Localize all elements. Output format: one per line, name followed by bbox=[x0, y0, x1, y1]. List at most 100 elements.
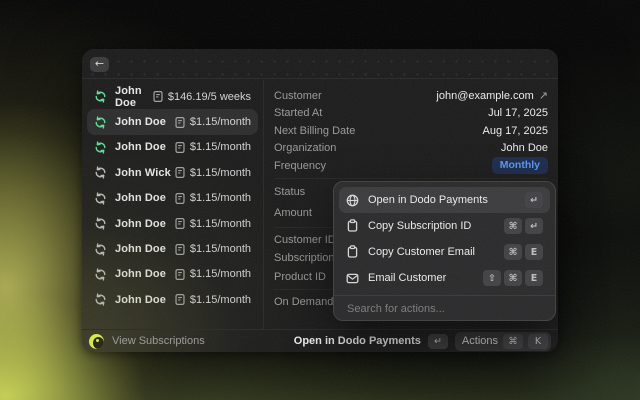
search-placeholder: Search for actions... bbox=[347, 302, 445, 315]
refresh-icon bbox=[94, 141, 107, 154]
e-keycap: E bbox=[525, 270, 543, 286]
refresh-icon bbox=[94, 166, 107, 179]
subscription-price: $1.15/month bbox=[189, 217, 251, 230]
receipt-icon bbox=[174, 141, 186, 154]
customer-name: John Doe bbox=[115, 192, 166, 205]
detail-value: Jul 17, 2025 bbox=[488, 107, 548, 120]
subscription-row[interactable]: John Doe $1.15/month bbox=[87, 262, 258, 287]
customer-name: John Wick bbox=[115, 166, 171, 179]
window-header: ← bbox=[82, 49, 558, 79]
detail-row-organization: Organization John Doe bbox=[274, 140, 548, 158]
external-link-icon: ↗ bbox=[538, 89, 548, 103]
menu-item-label: Email Customer bbox=[368, 272, 447, 284]
receipt-icon bbox=[174, 293, 186, 306]
primary-action-button[interactable]: Open in Dodo Payments bbox=[294, 335, 421, 347]
refresh-icon bbox=[94, 192, 107, 205]
return-keycap: ↵ bbox=[525, 192, 543, 208]
receipt-icon bbox=[174, 268, 186, 281]
customer-name: John Doe bbox=[115, 84, 142, 109]
customer-name: John Doe bbox=[115, 243, 166, 256]
refresh-icon bbox=[94, 268, 107, 281]
detail-label: Started At bbox=[274, 107, 323, 120]
receipt-icon bbox=[174, 192, 186, 205]
menu-item-label: Open in Dodo Payments bbox=[368, 194, 488, 206]
cmd-keycap: ⌘ bbox=[504, 244, 522, 260]
refresh-icon bbox=[94, 115, 107, 129]
detail-value: John Doe bbox=[500, 142, 548, 155]
customer-name: John Doe bbox=[115, 217, 166, 230]
cmd-keycap: ⌘ bbox=[504, 270, 522, 286]
detail-label: Organization bbox=[274, 142, 337, 155]
shift-keycap: ⇧ bbox=[483, 270, 501, 286]
subscription-row[interactable]: John Doe $1.15/month bbox=[87, 135, 258, 160]
receipt-icon bbox=[174, 116, 186, 129]
subscription-price: $1.15/month bbox=[189, 141, 251, 154]
subscription-price: $146.19/5 weeks bbox=[167, 90, 251, 103]
e-keycap: E bbox=[525, 244, 543, 260]
subscription-row[interactable]: John Doe $1.15/month bbox=[87, 287, 258, 312]
refresh-icon bbox=[94, 293, 107, 306]
menu-item-open-in-dodo-payments[interactable]: Open in Dodo Payments ↵ bbox=[339, 187, 550, 213]
customer-email-link[interactable]: john@example.com ↗ bbox=[436, 89, 548, 102]
subscription-row[interactable]: John Doe $1.15/month bbox=[87, 211, 258, 236]
divider bbox=[274, 177, 548, 179]
detail-label: Next Billing Date bbox=[274, 124, 356, 137]
menu-item-email-customer[interactable]: Email Customer ⇧ ⌘ E bbox=[339, 265, 550, 291]
status-bar: View Subscriptions Open in Dodo Payments… bbox=[82, 329, 558, 352]
customer-name: John Doe bbox=[115, 268, 166, 281]
customer-name: John Doe bbox=[115, 293, 166, 306]
customer-name: John Doe bbox=[115, 116, 166, 129]
detail-label: Customer bbox=[274, 89, 322, 102]
receipt-icon bbox=[152, 90, 164, 103]
view-subscriptions-label: View Subscriptions bbox=[112, 335, 205, 347]
return-keycap: ↵ bbox=[427, 333, 448, 349]
cmd-keycap: ⌘ bbox=[503, 333, 523, 349]
actions-label: Actions bbox=[461, 335, 498, 347]
refresh-icon bbox=[94, 217, 107, 230]
menu-item-copy-customer-email[interactable]: Copy Customer Email ⌘ E bbox=[339, 239, 550, 265]
subscription-row[interactable]: John Doe $146.19/5 weeks bbox=[87, 84, 258, 109]
detail-label: Customer ID bbox=[274, 233, 336, 246]
subscription-price: $1.15/month bbox=[189, 243, 251, 256]
receipt-icon bbox=[174, 243, 186, 256]
subscription-price: $1.15/month bbox=[189, 192, 251, 205]
subscription-row[interactable]: John Doe $1.15/month bbox=[87, 236, 258, 261]
menu-item-label: Copy Customer Email bbox=[368, 246, 475, 258]
subscription-row[interactable]: John Doe $1.15/month bbox=[87, 109, 258, 135]
subscription-price: $1.15/month bbox=[189, 293, 251, 306]
envelope-icon bbox=[346, 272, 359, 285]
menu-item-label: Copy Subscription ID bbox=[368, 220, 472, 232]
clipboard-icon bbox=[346, 219, 359, 233]
subscription-price: $1.15/month bbox=[189, 116, 251, 129]
detail-row-started: Started At Jul 17, 2025 bbox=[274, 105, 548, 123]
refresh-icon bbox=[94, 90, 107, 103]
customer-name: John Doe bbox=[115, 141, 166, 154]
detail-row-customer: Customer john@example.com ↗ bbox=[274, 87, 548, 105]
subscription-list: John Doe $146.19/5 weeks John Doe $1.15/… bbox=[82, 80, 264, 329]
actions-button[interactable]: Actions ⌘ K bbox=[454, 331, 551, 351]
detail-label: Status bbox=[274, 186, 306, 198]
actions-search-input[interactable]: Search for actions... bbox=[339, 296, 550, 321]
menu-item-copy-subscription-id[interactable]: Copy Subscription ID ⌘ ↵ bbox=[339, 213, 550, 239]
customer-email: john@example.com bbox=[436, 89, 534, 102]
detail-label: Product ID bbox=[274, 270, 326, 283]
subscription-price: $1.15/month bbox=[189, 268, 251, 281]
detail-value: Aug 17, 2025 bbox=[482, 124, 548, 137]
detail-row-frequency: Frequency Monthly bbox=[274, 157, 548, 175]
dodo-payments-logo-icon bbox=[89, 333, 104, 349]
receipt-icon bbox=[174, 217, 186, 230]
refresh-icon bbox=[94, 242, 107, 256]
globe-icon bbox=[346, 194, 359, 207]
detail-label: Frequency bbox=[274, 159, 326, 172]
detail-label: Amount bbox=[274, 207, 312, 219]
subscription-price: $1.15/month bbox=[189, 166, 251, 179]
subscription-row[interactable]: John Wick $1.15/month bbox=[87, 160, 258, 185]
back-button[interactable]: ← bbox=[90, 57, 109, 72]
detail-row-next-billing: Next Billing Date Aug 17, 2025 bbox=[274, 122, 548, 140]
frequency-badge: Monthly bbox=[491, 157, 548, 175]
clipboard-icon bbox=[346, 245, 359, 259]
detail-label: On Demand bbox=[274, 296, 334, 309]
subscription-row[interactable]: John Doe $1.15/month bbox=[87, 186, 258, 211]
k-keycap: K bbox=[528, 333, 548, 349]
cmd-keycap: ⌘ bbox=[504, 218, 522, 234]
